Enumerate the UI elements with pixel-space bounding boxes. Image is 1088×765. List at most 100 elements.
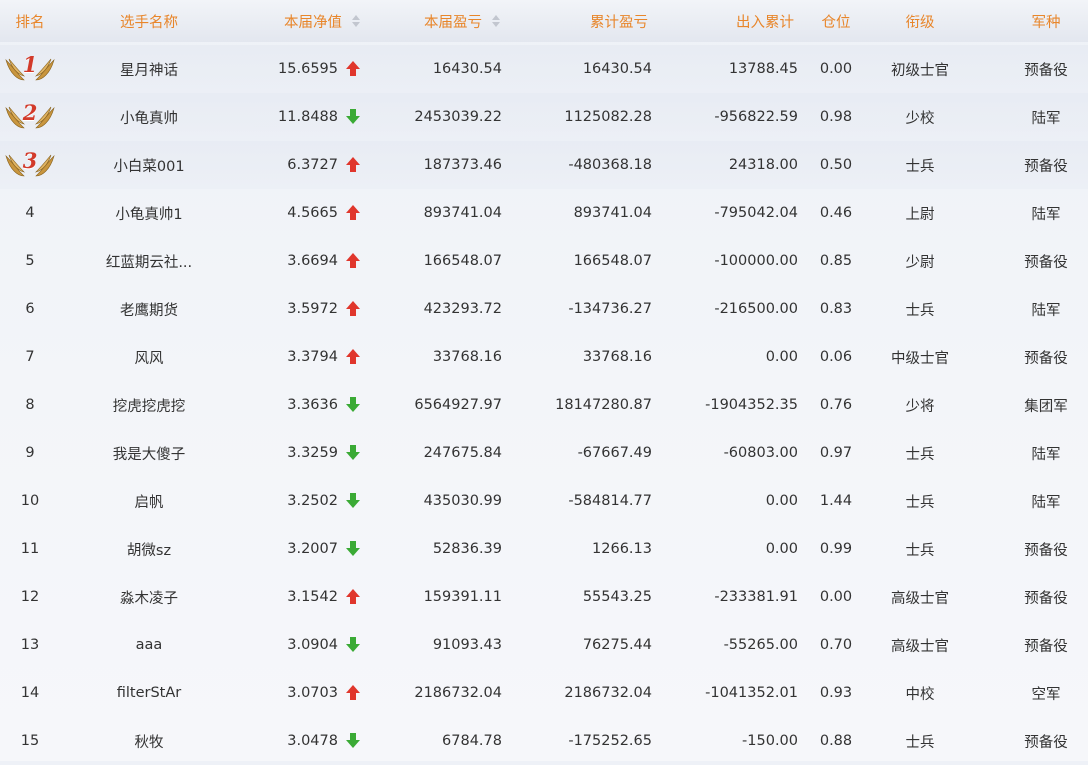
trend-cell (344, 573, 362, 621)
trend-cell (344, 93, 362, 141)
net-value: 3.6694 (287, 253, 338, 269)
player-name-link[interactable]: 挖虎挖虎挖 (88, 381, 210, 429)
current-pl: 6564927.97 (414, 397, 502, 413)
flow-total: -233381.91 (714, 589, 798, 605)
header-net-value[interactable]: 本届净值 (236, 0, 360, 42)
player-name-link[interactable]: 老鹰期货 (88, 285, 210, 333)
rank-cell: 14 (20, 685, 40, 701)
arm: 陆军 (1031, 494, 1061, 511)
cumulative-pl: 2186732.04 (564, 685, 652, 701)
position: 0.00 (819, 589, 853, 605)
title-rank: 士兵 (905, 494, 935, 511)
sort-icon[interactable] (352, 15, 360, 27)
rank-cell: 7 (25, 349, 35, 365)
position: 0.88 (819, 733, 853, 749)
table-row: 11 胡微sz 3.2007 52836.39 1266.13 0.00 0.99 士兵 预备役 (0, 525, 1088, 573)
player-name-link[interactable]: 我是大傻子 (88, 429, 210, 477)
table-row: 14 filterStAr 3.0703 2186732.04 2186732.04 -1… (0, 669, 1088, 717)
position: 0.99 (819, 541, 853, 557)
header-current-pl[interactable]: 本届盈亏 (380, 0, 500, 42)
current-pl: 2186732.04 (414, 685, 502, 701)
table-row: 15 秋牧 3.0478 6784.78 -175252.65 -150.00 0.88 士兵… (0, 717, 1088, 765)
arrow-down-icon (346, 493, 360, 509)
arm: 陆军 (1031, 206, 1061, 223)
net-value: 3.0703 (287, 685, 338, 701)
player-name-link[interactable]: 小白菜001 (88, 141, 210, 189)
trend-cell (344, 477, 362, 525)
arrow-up-icon (346, 301, 360, 317)
player-name-link[interactable]: 风风 (88, 333, 210, 381)
current-pl: 423293.72 (423, 301, 502, 317)
arm: 空军 (1031, 686, 1061, 703)
player-name-link[interactable]: filterStAr (88, 669, 210, 717)
title-rank: 上尉 (905, 206, 935, 223)
player-name-link[interactable]: 启帆 (88, 477, 210, 525)
sort-icon[interactable] (492, 15, 500, 27)
cumulative-pl: 16430.54 (582, 61, 652, 77)
title-rank: 士兵 (905, 158, 935, 175)
rank-cell: 11 (20, 541, 40, 557)
flow-total: 0.00 (765, 493, 798, 509)
rank-cell: 9 (25, 445, 35, 461)
player-name-link[interactable]: 秋牧 (88, 717, 210, 765)
table-row: 9 我是大傻子 3.3259 247675.84 -67667.49 -60803.00 0… (0, 429, 1088, 477)
net-value: 3.5972 (287, 301, 338, 317)
current-pl: 435030.99 (423, 493, 502, 509)
header-title-rank: 衔级 (905, 14, 935, 31)
arm: 预备役 (1024, 158, 1068, 175)
player-name-link[interactable]: 小龟真帅1 (88, 189, 210, 237)
header-position: 仓位 (821, 14, 851, 31)
cumulative-pl: 1266.13 (592, 541, 652, 557)
position: 0.85 (819, 253, 853, 269)
trend-cell (344, 45, 362, 93)
title-rank: 士兵 (905, 542, 935, 559)
winged-medal-icon: 2 (4, 100, 56, 132)
cumulative-pl: -175252.65 (568, 733, 652, 749)
current-pl: 16430.54 (432, 61, 502, 77)
current-pl: 33768.16 (432, 349, 502, 365)
current-pl: 166548.07 (423, 253, 502, 269)
player-name-link[interactable]: 红蓝期云社... (88, 237, 210, 285)
cumulative-pl: 166548.07 (573, 253, 652, 269)
arm: 陆军 (1031, 446, 1061, 463)
player-name-link[interactable]: 小龟真帅 (88, 93, 210, 141)
current-pl: 187373.46 (423, 157, 502, 173)
player-name-link[interactable]: 星月神话 (88, 45, 210, 93)
table-header: 排名 选手名称 本届净值 本届盈亏 累计盈亏 出入累计 仓位 衔级 军种 (0, 0, 1088, 42)
table-row: 3 小白菜001 6.3727 187373.46 -480368.18 24318.00… (0, 141, 1088, 189)
header-arm: 军种 (1031, 14, 1061, 31)
rank-cell: 4 (25, 205, 35, 221)
rank-cell: 3 (0, 141, 60, 189)
net-value: 4.5665 (287, 205, 338, 221)
arrow-up-icon (346, 253, 360, 269)
arrow-down-icon (346, 397, 360, 413)
current-pl: 52836.39 (432, 541, 502, 557)
player-name-link[interactable]: 淼木凌子 (88, 573, 210, 621)
player-name-link[interactable]: aaa (88, 621, 210, 669)
arrow-down-icon (346, 637, 360, 653)
title-rank: 士兵 (905, 446, 935, 463)
cumulative-pl: 18147280.87 (555, 397, 652, 413)
net-value: 15.6595 (278, 61, 338, 77)
position: 0.06 (819, 349, 853, 365)
table-row: 2 小龟真帅 11.8488 2453039.22 1125082.28 -956822.… (0, 93, 1088, 141)
table-row: 8 挖虎挖虎挖 3.3636 6564927.97 18147280.87 -190435… (0, 381, 1088, 429)
arm: 预备役 (1024, 638, 1068, 655)
rank-cell: 5 (25, 253, 35, 269)
arrow-down-icon (346, 445, 360, 461)
header-rank: 排名 (15, 14, 45, 31)
title-rank: 少将 (905, 398, 935, 415)
net-value: 3.2007 (287, 541, 338, 557)
rank-cell: 13 (20, 637, 40, 653)
position: 0.76 (819, 397, 853, 413)
position: 0.98 (819, 109, 853, 125)
player-name-link[interactable]: 胡微sz (88, 525, 210, 573)
trend-cell (344, 237, 362, 285)
position: 0.83 (819, 301, 853, 317)
cumulative-pl: -480368.18 (568, 157, 652, 173)
cumulative-pl: 1125082.28 (564, 109, 652, 125)
position: 0.46 (819, 205, 853, 221)
table-row: 4 小龟真帅1 4.5665 893741.04 893741.04 -795042.04… (0, 189, 1088, 237)
arm: 集团军 (1024, 398, 1068, 415)
title-rank: 中级士官 (891, 350, 949, 367)
